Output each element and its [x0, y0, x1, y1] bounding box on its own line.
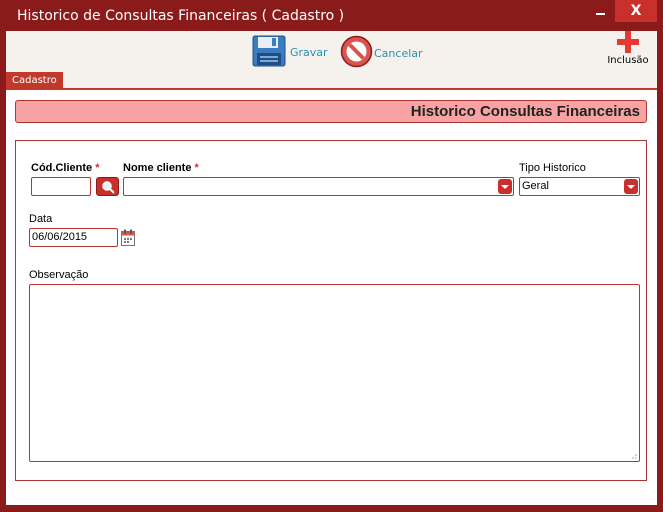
- close-button[interactable]: X: [615, 0, 657, 22]
- date-input[interactable]: 06/06/2015: [29, 228, 118, 247]
- resize-grip-icon[interactable]: [629, 451, 637, 459]
- tipo-historico-select[interactable]: Geral: [519, 177, 640, 196]
- app-window: Historico de Consultas Financeiras ( Cad…: [0, 0, 663, 512]
- client-area: Gravar Cancelar Inclusão Cadastro Histor…: [6, 31, 657, 505]
- form-group: Cód.Cliente * Nome cliente * Tipo Histor…: [15, 140, 647, 481]
- data-label: Data: [29, 213, 53, 225]
- chevron-down-icon[interactable]: [498, 179, 512, 194]
- observacao-label: Observação: [29, 269, 89, 281]
- section-header: Historico Consultas Financeiras: [15, 100, 647, 123]
- cancel-label: Cancelar: [374, 46, 423, 60]
- cod-cliente-input[interactable]: [31, 177, 91, 196]
- save-label: Gravar: [290, 46, 328, 59]
- observacao-textarea[interactable]: [29, 284, 640, 462]
- required-mark: *: [95, 162, 100, 174]
- nome-cliente-select[interactable]: [123, 177, 514, 196]
- section-title: Historico Consultas Financeiras: [410, 103, 640, 120]
- plus-icon: [606, 31, 650, 53]
- add-button[interactable]: Inclusão: [606, 31, 650, 66]
- cod-cliente-label: Cód.Cliente *: [31, 162, 99, 174]
- tipo-historico-value: Geral: [522, 180, 549, 192]
- tab-cadastro[interactable]: Cadastro: [6, 72, 63, 89]
- floppy-disk-icon: [252, 35, 286, 70]
- toolbar: Gravar Cancelar Inclusão: [6, 31, 657, 73]
- calendar-icon[interactable]: [121, 229, 135, 249]
- search-icon: [101, 180, 115, 197]
- no-entry-icon: [340, 35, 373, 71]
- minimize-button[interactable]: [588, 0, 614, 22]
- cancel-button[interactable]: Cancelar: [340, 35, 423, 71]
- title-bar: Historico de Consultas Financeiras ( Cad…: [0, 0, 663, 31]
- cod-cliente-label-text: Cód.Cliente: [31, 162, 93, 174]
- nome-cliente-label: Nome cliente *: [123, 162, 199, 174]
- tipo-historico-label: Tipo Historico: [519, 162, 586, 174]
- save-button[interactable]: Gravar: [252, 35, 328, 70]
- form-panel: Historico Consultas Financeiras Cód.Clie…: [6, 90, 657, 505]
- window-title: Historico de Consultas Financeiras ( Cad…: [17, 8, 345, 24]
- chevron-down-icon[interactable]: [624, 179, 638, 194]
- nome-cliente-label-text: Nome cliente: [123, 162, 192, 174]
- add-label: Inclusão: [607, 55, 649, 66]
- required-mark: *: [194, 162, 199, 174]
- search-client-button[interactable]: [96, 177, 119, 196]
